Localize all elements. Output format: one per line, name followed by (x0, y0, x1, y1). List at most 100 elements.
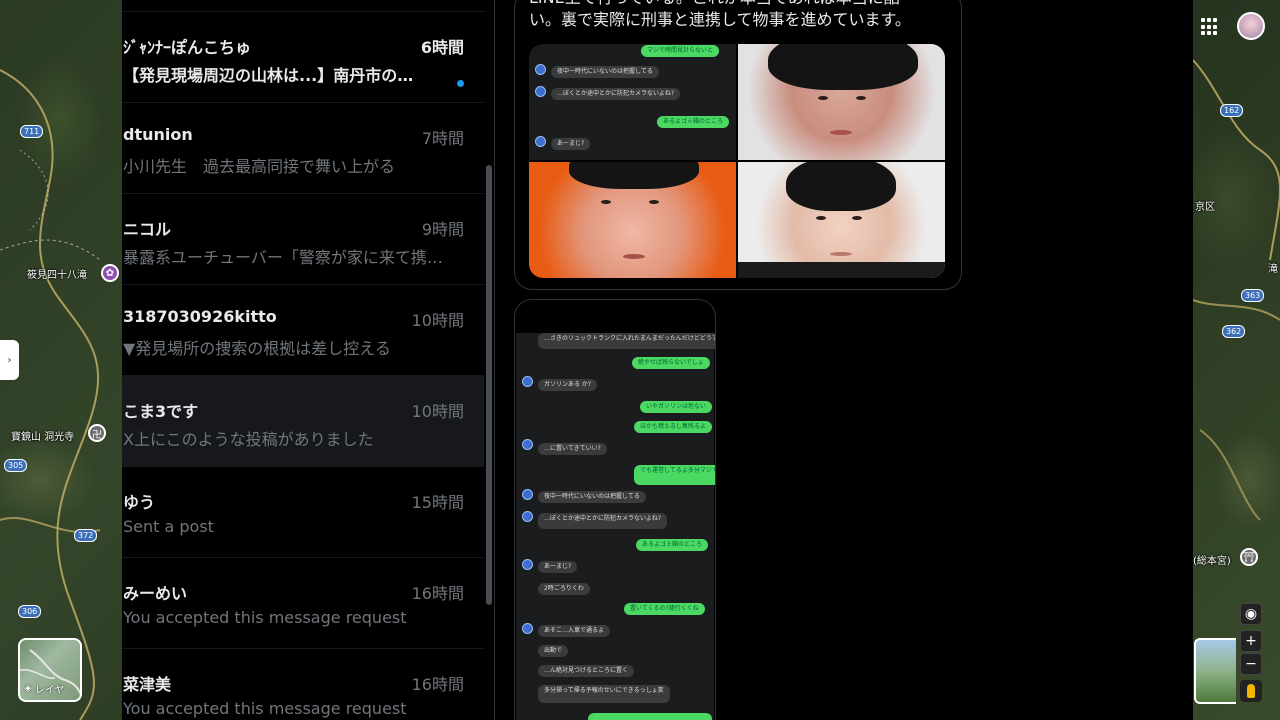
chat-bubble: マジで時間見計らないと (641, 45, 720, 57)
photo-image[interactable] (529, 162, 736, 278)
dm-timestamp: 10時間 (411, 402, 464, 421)
eye-shape (649, 200, 659, 204)
shirt-shape (738, 262, 945, 278)
chat-bubble: あーまじ? (538, 561, 578, 573)
map-label-ward: 京区 (1195, 202, 1215, 213)
chat-avatar-icon (535, 86, 546, 97)
chat-bubble: 置いてくるの?随行くくね (624, 603, 705, 615)
photo-image[interactable] (738, 44, 945, 160)
mouth-shape (623, 254, 645, 259)
mouth-shape (830, 252, 852, 256)
eye-shape (818, 96, 828, 100)
message-text-line: い。裏で実際に刑事と連携して物事を進めています。 (529, 10, 911, 29)
minus-icon: − (1245, 656, 1257, 672)
message-text-line: LINE上で行っている。これが本当であれば本当に酷 (529, 0, 949, 9)
eye-shape (852, 216, 862, 220)
temple-icon[interactable]: 卍 (88, 424, 106, 442)
dm-list-item-selected[interactable]: こま3です 10時間 X上にこのような投稿がありました (122, 376, 484, 467)
chat-bubble: 2時ごろりくわ (538, 583, 590, 595)
chat-bubble: ほかも燃えるし臭残るよ (634, 421, 712, 433)
dm-sender-name: ゆう (123, 493, 156, 512)
dm-list-item[interactable]: みーめい 16時間 You accepted this message requ… (122, 558, 484, 649)
dm-timestamp: 16時間 (411, 584, 464, 603)
chat-bubble: ガソリンある か? (538, 379, 598, 391)
chat-avatar-icon (522, 489, 533, 500)
chat-bubble (588, 713, 712, 720)
zoom-out-button[interactable]: − (1240, 653, 1262, 675)
dm-sender-name: 菜津美 (123, 675, 172, 694)
dm-list-item[interactable]: ゆう 15時間 Sent a post (122, 467, 484, 558)
dm-list-scrollbar-thumb[interactable] (486, 165, 492, 605)
side-panel-toggle-button[interactable]: › (0, 340, 19, 380)
chat-bubble: …さきのリュックトランクに入れたまんまだったんだけどどうすればいい? (538, 333, 715, 349)
dm-list-item[interactable]: 菜津美 16時間 You accepted this message reque… (122, 649, 484, 720)
chat-bubble: 多分掃って帰る予報のせいにできるっしょ笑 (538, 685, 670, 703)
dm-sender-name: こま3です (123, 402, 199, 421)
media-grid: マジで時間見計らないと 夜中一時代にいないのは把握してる …ぼくとか途中とかに防… (529, 44, 945, 278)
target-icon: ◉ (1244, 606, 1258, 622)
street-view-thumbnail[interactable] (1194, 638, 1236, 704)
dm-timestamp: 16時間 (411, 675, 464, 694)
map-label-taki: 滝 (1268, 264, 1278, 275)
chat-bubble: でも運営してるよ多分マジで時間見計らないと (634, 465, 715, 485)
dm-sender-name: 3187030926kitto (123, 307, 277, 326)
map-layers-button[interactable]: ◈ レイヤ (18, 638, 82, 702)
photo-image[interactable] (738, 162, 945, 278)
dm-list-item[interactable]: 3187030926kitto 10時間 ▼発見場所の捜索の根拠は差し控える (122, 285, 484, 376)
dm-preview: X上にこのような投稿がありました (123, 430, 374, 449)
message-bubble[interactable]: LINE上で行っている。これが本当であれば本当に酷 い。裏で実際に刑事と連携して… (514, 0, 962, 290)
my-location-button[interactable]: ◉ (1240, 603, 1262, 625)
conversation-pane: LINE上で行っている。これが本当であれば本当に酷 い。裏で実際に刑事と連携して… (495, 0, 1193, 720)
dm-timestamp: 10時間 (411, 311, 464, 330)
map-label-shrine: (総本宮) (1193, 556, 1231, 567)
dm-list-item[interactable]: ニコル 9時間 暴露系ユーチューバー「警察が家に来て携… (122, 194, 484, 285)
hair-shape (786, 162, 896, 211)
chat-bubble: あるよゴミ箱のところ (636, 539, 709, 551)
dm-list-panel: ｼﾞｬﾝﾅｰぽんこちゅ 6時間 【発見現場周辺の山林は...】南丹市の… dtu… (122, 0, 484, 720)
dm-preview: Sent a post (123, 517, 214, 536)
chevron-right-icon: › (7, 354, 12, 366)
chat-avatar-icon (535, 64, 546, 75)
dm-sender-name: ｼﾞｬﾝﾅｰぽんこちゅ (123, 38, 252, 57)
map-label-waterfall: 筱見四十八滝 (27, 270, 87, 281)
chat-bubble: 夜中一時代にいないのは把握してる (538, 491, 646, 503)
chat-avatar-icon (522, 623, 533, 634)
layers-label: レイヤ (34, 685, 65, 696)
dm-list-item[interactable]: ｼﾞｬﾝﾅｰぽんこちゅ 6時間 【発見現場周辺の山林は...】南丹市の… (122, 12, 484, 103)
dm-timestamp: 7時間 (421, 129, 464, 148)
chat-bubble: …ん絶対見つけるところに置く (538, 665, 635, 677)
mouth-shape (830, 130, 852, 135)
dm-sender-name: みーめい (123, 584, 188, 603)
chat-avatar-icon (535, 136, 546, 147)
dm-list-item[interactable]: dtunion 7時間 小川先生 過去最高同接で舞い上がる (122, 103, 484, 194)
poi-icon[interactable]: ✿ (101, 264, 119, 282)
dm-preview: You accepted this message request (123, 699, 407, 718)
layers-icon: ◈ (24, 683, 32, 694)
chat-bubble: あーまじ? (551, 138, 591, 150)
road-shield: 372 (74, 529, 98, 542)
apps-grid-icon[interactable] (1201, 18, 1219, 36)
road-shield: 305 (4, 459, 28, 472)
map-label-temple: 寶鏡山 洞光寺 (11, 432, 75, 443)
chat-avatar-icon (522, 511, 533, 522)
dm-timestamp: 15時間 (411, 493, 464, 512)
plus-icon: + (1245, 633, 1257, 649)
chat-bubble: あそこ…入車で通るよ (538, 625, 611, 637)
dm-timestamp: 9時間 (421, 220, 464, 239)
account-avatar[interactable] (1237, 12, 1265, 40)
zoom-in-button[interactable]: + (1240, 630, 1262, 652)
shrine-icon[interactable]: ⛩ (1240, 548, 1258, 566)
road-shield: 162 (1220, 104, 1244, 117)
dm-preview: You accepted this message request (123, 608, 407, 627)
road-shield: 362 (1222, 325, 1246, 338)
pegman-button[interactable] (1240, 680, 1262, 702)
message-bubble-image[interactable]: …さきのリュックトランクに入れたまんまだったんだけどどうすればいい? 絶やせば残… (514, 299, 716, 720)
chat-bubble: …ぼくとか途中とかに防犯カメラないよね? (538, 513, 668, 529)
chat-bubble: …ぼくとか途中とかに防犯カメラないよね? (551, 88, 681, 100)
chat-screenshot-image[interactable]: …さきのリュックトランクに入れたまんまだったんだけどどうすればいい? 絶やせば残… (516, 333, 715, 720)
road-shield: 306 (18, 605, 42, 618)
chat-bubble: いやガソリンは危ない (640, 401, 713, 413)
chat-avatar-icon (522, 376, 533, 387)
chat-screenshot-image[interactable]: マジで時間見計らないと 夜中一時代にいないのは把握してる …ぼくとか途中とかに防… (529, 44, 736, 160)
dm-sender-name: dtunion (123, 125, 193, 144)
